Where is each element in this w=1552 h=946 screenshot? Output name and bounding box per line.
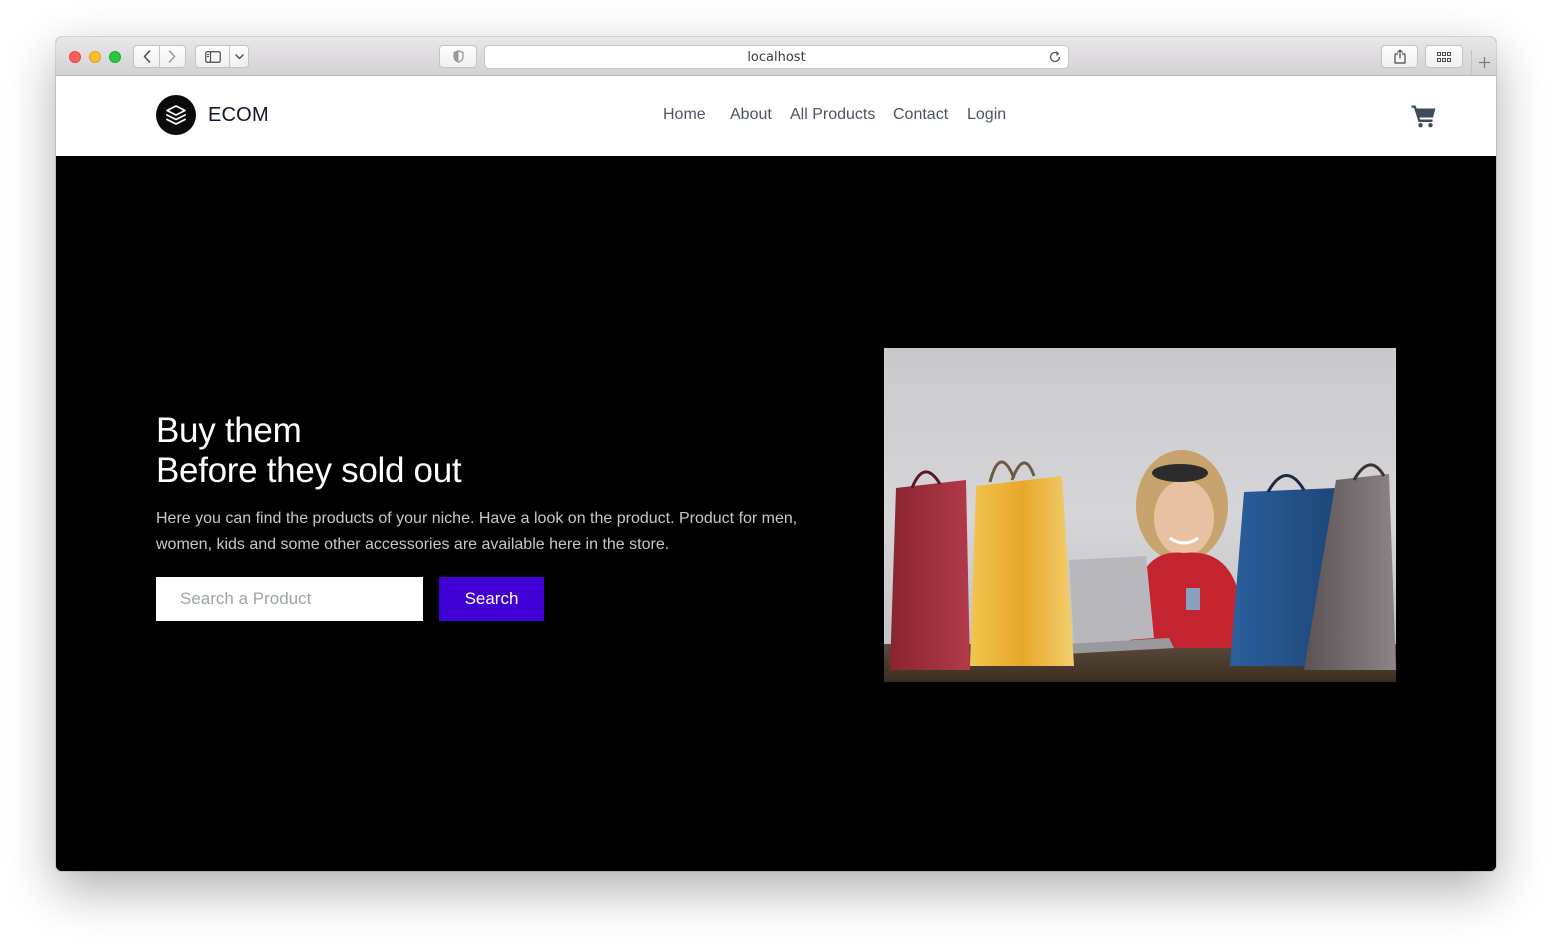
share-icon: [1393, 49, 1406, 64]
tab-overview-icon: [1437, 51, 1451, 62]
hero-title-line-2: Before they sold out: [156, 451, 462, 490]
url-text: localhost: [747, 49, 806, 65]
address-bar[interactable]: localhost: [484, 45, 1069, 69]
nav-link-home[interactable]: Home: [663, 106, 706, 124]
shield-icon: [452, 50, 464, 63]
search-button[interactable]: Search: [439, 577, 544, 621]
brand-name[interactable]: ECOM: [208, 104, 269, 127]
hero-title: Buy them Before they sold out: [156, 411, 462, 491]
site-header: ECOM Home About All Products Contact Log…: [56, 76, 1496, 156]
sidebar-icon: [204, 50, 221, 63]
nav-link-all-products[interactable]: All Products: [790, 106, 875, 124]
forward-button[interactable]: [160, 46, 185, 67]
chevron-down-icon: [234, 53, 244, 59]
nav-link-about[interactable]: About: [730, 106, 772, 124]
nav-link-contact[interactable]: Contact: [893, 106, 948, 124]
plus-icon: [1478, 57, 1490, 68]
hero-section: Buy them Before they sold out Here you c…: [56, 156, 1496, 871]
browser-window: localhost ECOM Home About All Products C…: [56, 37, 1496, 871]
back-icon: [143, 50, 150, 63]
hero-description: Here you can find the products of your n…: [156, 510, 798, 553]
back-button[interactable]: [134, 46, 159, 67]
forward-icon: [169, 50, 176, 63]
cart-icon: [1411, 105, 1436, 128]
history-navigation: [133, 45, 186, 68]
browser-titlebar: localhost: [56, 37, 1496, 76]
sidebar-menu-button[interactable]: [230, 46, 248, 67]
shopping-photo: [884, 348, 1396, 682]
share-button[interactable]: [1381, 45, 1418, 68]
search-input[interactable]: [156, 577, 423, 621]
cart-button[interactable]: [1411, 104, 1437, 133]
minimize-window-button[interactable]: [89, 51, 101, 63]
hero-image: [884, 348, 1396, 682]
new-tab-button[interactable]: [1471, 50, 1496, 75]
sidebar-button[interactable]: [196, 46, 231, 67]
layers-icon: [166, 105, 186, 125]
nav-link-login[interactable]: Login: [967, 106, 1006, 124]
close-window-button[interactable]: [69, 51, 81, 63]
privacy-report-button[interactable]: [439, 45, 477, 68]
tab-overview-button[interactable]: [1425, 45, 1463, 68]
sidebar-toggle: [195, 45, 249, 68]
zoom-window-button[interactable]: [109, 51, 121, 63]
hero-title-line-1: Buy them: [156, 411, 302, 450]
logo[interactable]: [156, 95, 196, 135]
reload-icon[interactable]: [1048, 50, 1062, 64]
